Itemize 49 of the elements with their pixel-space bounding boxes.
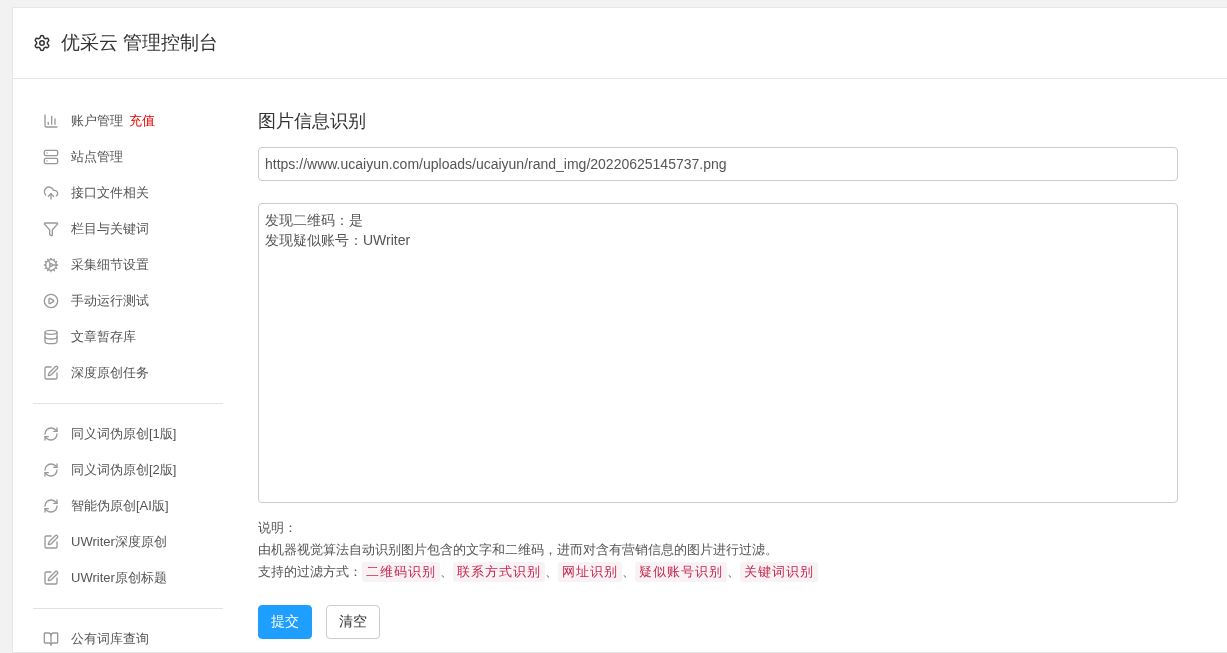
edit-icon [43,570,59,586]
edit-icon [43,534,59,550]
result-line: 发现二维码：是 [265,211,363,230]
sidebar-item[interactable]: 智能伪原创[AI版] [33,488,223,524]
filter-tag: 疑似账号识别 [635,562,727,582]
notes-heading: 说明： [258,519,298,537]
book-icon [43,631,59,647]
sidebar-item[interactable]: 同义词伪原创[2版] [33,452,223,488]
recharge-link[interactable]: 充值 [129,112,155,130]
sidebar-item[interactable]: 文章暂存库 [33,319,223,355]
cloud-upload-icon [43,185,59,201]
sidebar-item[interactable]: 采集细节设置 [33,247,223,283]
sidebar-item[interactable]: 同义词伪原创[1版] [33,416,223,452]
sidebar-item[interactable]: UWriter深度原创 [33,524,223,560]
filter-icon [43,221,59,237]
result-line: 发现疑似账号：UWriter [265,231,411,250]
sidebar-item[interactable]: 深度原创任务 [33,355,223,391]
description-text: 由机器视觉算法自动识别图片包含的文字和二维码，进而对含有营销信息的图片进行过滤。 [258,541,778,559]
page-title: 图片信息识别 [258,110,367,133]
sidebar-item[interactable]: 站点管理 [33,139,223,175]
bar-chart-icon [43,113,59,129]
sidebar-item[interactable]: 公有词库查询 [33,621,223,652]
edit-icon [43,365,59,381]
filter-tag: 联系方式识别 [453,562,545,582]
sidebar-item[interactable]: 栏目与关键词 [33,211,223,247]
refresh-icon [43,462,59,478]
filter-tag: 网址识别 [558,562,622,582]
clear-button[interactable]: 清空 [326,605,380,639]
sidebar-item[interactable]: UWriter原创标题 [33,560,223,596]
filter-tag: 二维码识别 [362,562,440,582]
separator-text: 、 [545,563,558,581]
result-box[interactable]: 发现二维码：是 发现疑似账号：UWriter [258,203,1178,503]
separator-text: 、 [440,563,453,581]
filter-tag: 关键词识别 [740,562,818,582]
refresh-icon [43,426,59,442]
sidebar-item[interactable]: 账户管理 充值 [33,103,223,139]
server-icon [43,149,59,165]
settings-icon [33,34,51,52]
database-icon [43,329,59,345]
separator-text: 、 [727,563,740,581]
play-icon [43,293,59,309]
console-title: 优采云 管理控制台 [61,31,219,55]
filters-label: 支持的过滤方式： [258,563,362,581]
sidebar-item[interactable]: 接口文件相关 [33,175,223,211]
url-field[interactable]: https://www.ucaiyun.com/uploads/ucaiyun/rand_img/20220625145737.png [258,147,1178,181]
separator-text: 、 [622,563,635,581]
sidebar-item[interactable]: 手动运行测试 [33,283,223,319]
refresh-icon [43,498,59,514]
gear-icon [43,257,59,273]
